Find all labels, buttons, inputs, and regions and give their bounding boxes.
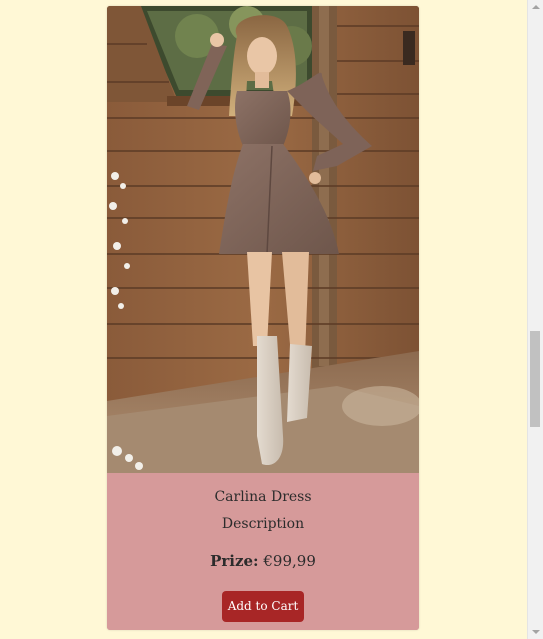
price-label: Prize: (210, 552, 259, 570)
product-info-panel: Carlina Dress Description Prize: €99,99 … (107, 473, 419, 630)
scrollbar-thumb[interactable] (530, 331, 540, 427)
product-description: Description (221, 516, 305, 532)
product-name: Carlina Dress (214, 489, 312, 505)
page-viewport: Carlina Dress Description Prize: €99,99 … (0, 0, 543, 639)
product-price: Prize: €99,99 (107, 552, 419, 570)
chevron-up-icon[interactable] (532, 5, 540, 9)
product-image[interactable] (107, 6, 419, 473)
chevron-down-icon[interactable] (532, 630, 540, 634)
product-card: Carlina Dress Description Prize: €99,99 … (107, 6, 419, 630)
add-to-cart-button[interactable]: Add to Cart (222, 591, 304, 622)
price-value: €99,99 (263, 552, 316, 570)
vertical-scrollbar[interactable] (527, 0, 543, 639)
